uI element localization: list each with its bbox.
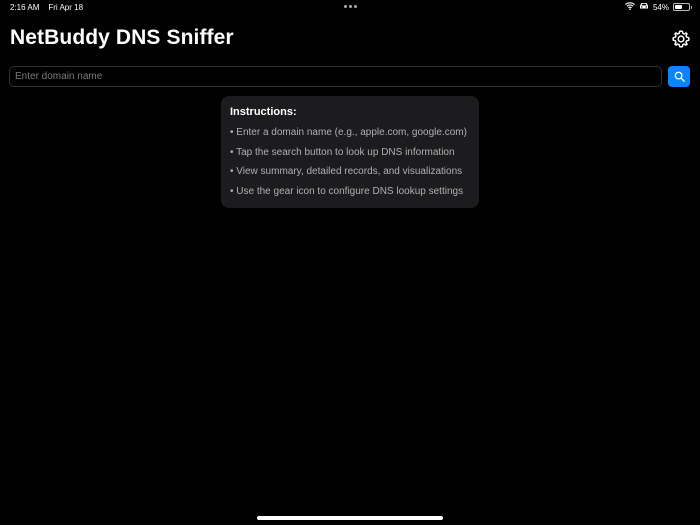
status-bar: 2:16 AM Fri Apr 18 54% <box>0 0 700 16</box>
multitasking-dots-icon[interactable] <box>344 5 357 8</box>
battery-icon <box>673 3 692 11</box>
domain-search-input[interactable] <box>9 66 662 87</box>
status-date: Fri Apr 18 <box>48 3 84 12</box>
search-icon <box>674 71 685 82</box>
settings-button[interactable] <box>671 29 691 49</box>
instruction-item: • Enter a domain name (e.g., apple.com, … <box>230 127 467 138</box>
battery-percent: 54% <box>652 2 669 12</box>
status-time: 2:16 AM <box>10 3 40 12</box>
home-indicator[interactable] <box>257 516 443 520</box>
instruction-item: • Use the gear icon to configure DNS loo… <box>230 185 464 197</box>
battery-level <box>675 5 683 9</box>
search-button[interactable] <box>668 66 690 87</box>
status-left: 2:16 AM Fri Apr 18 <box>10 3 83 12</box>
instructions-title: Instructions: <box>230 106 297 118</box>
gear-icon <box>672 30 690 48</box>
wifi-icon <box>625 2 635 12</box>
app-title: NetBuddy DNS Sniffer <box>10 26 234 49</box>
car-icon <box>639 2 649 12</box>
instructions-list: • Enter a domain name (e.g., apple.com, … <box>230 123 470 201</box>
instruction-item: • View summary, detailed records, and vi… <box>230 166 463 177</box>
status-right: 54% <box>625 2 692 12</box>
instruction-item: • Tap the search button to look up DNS i… <box>230 146 455 158</box>
instructions-card: Instructions: • Enter a domain name (e.g… <box>221 96 479 208</box>
